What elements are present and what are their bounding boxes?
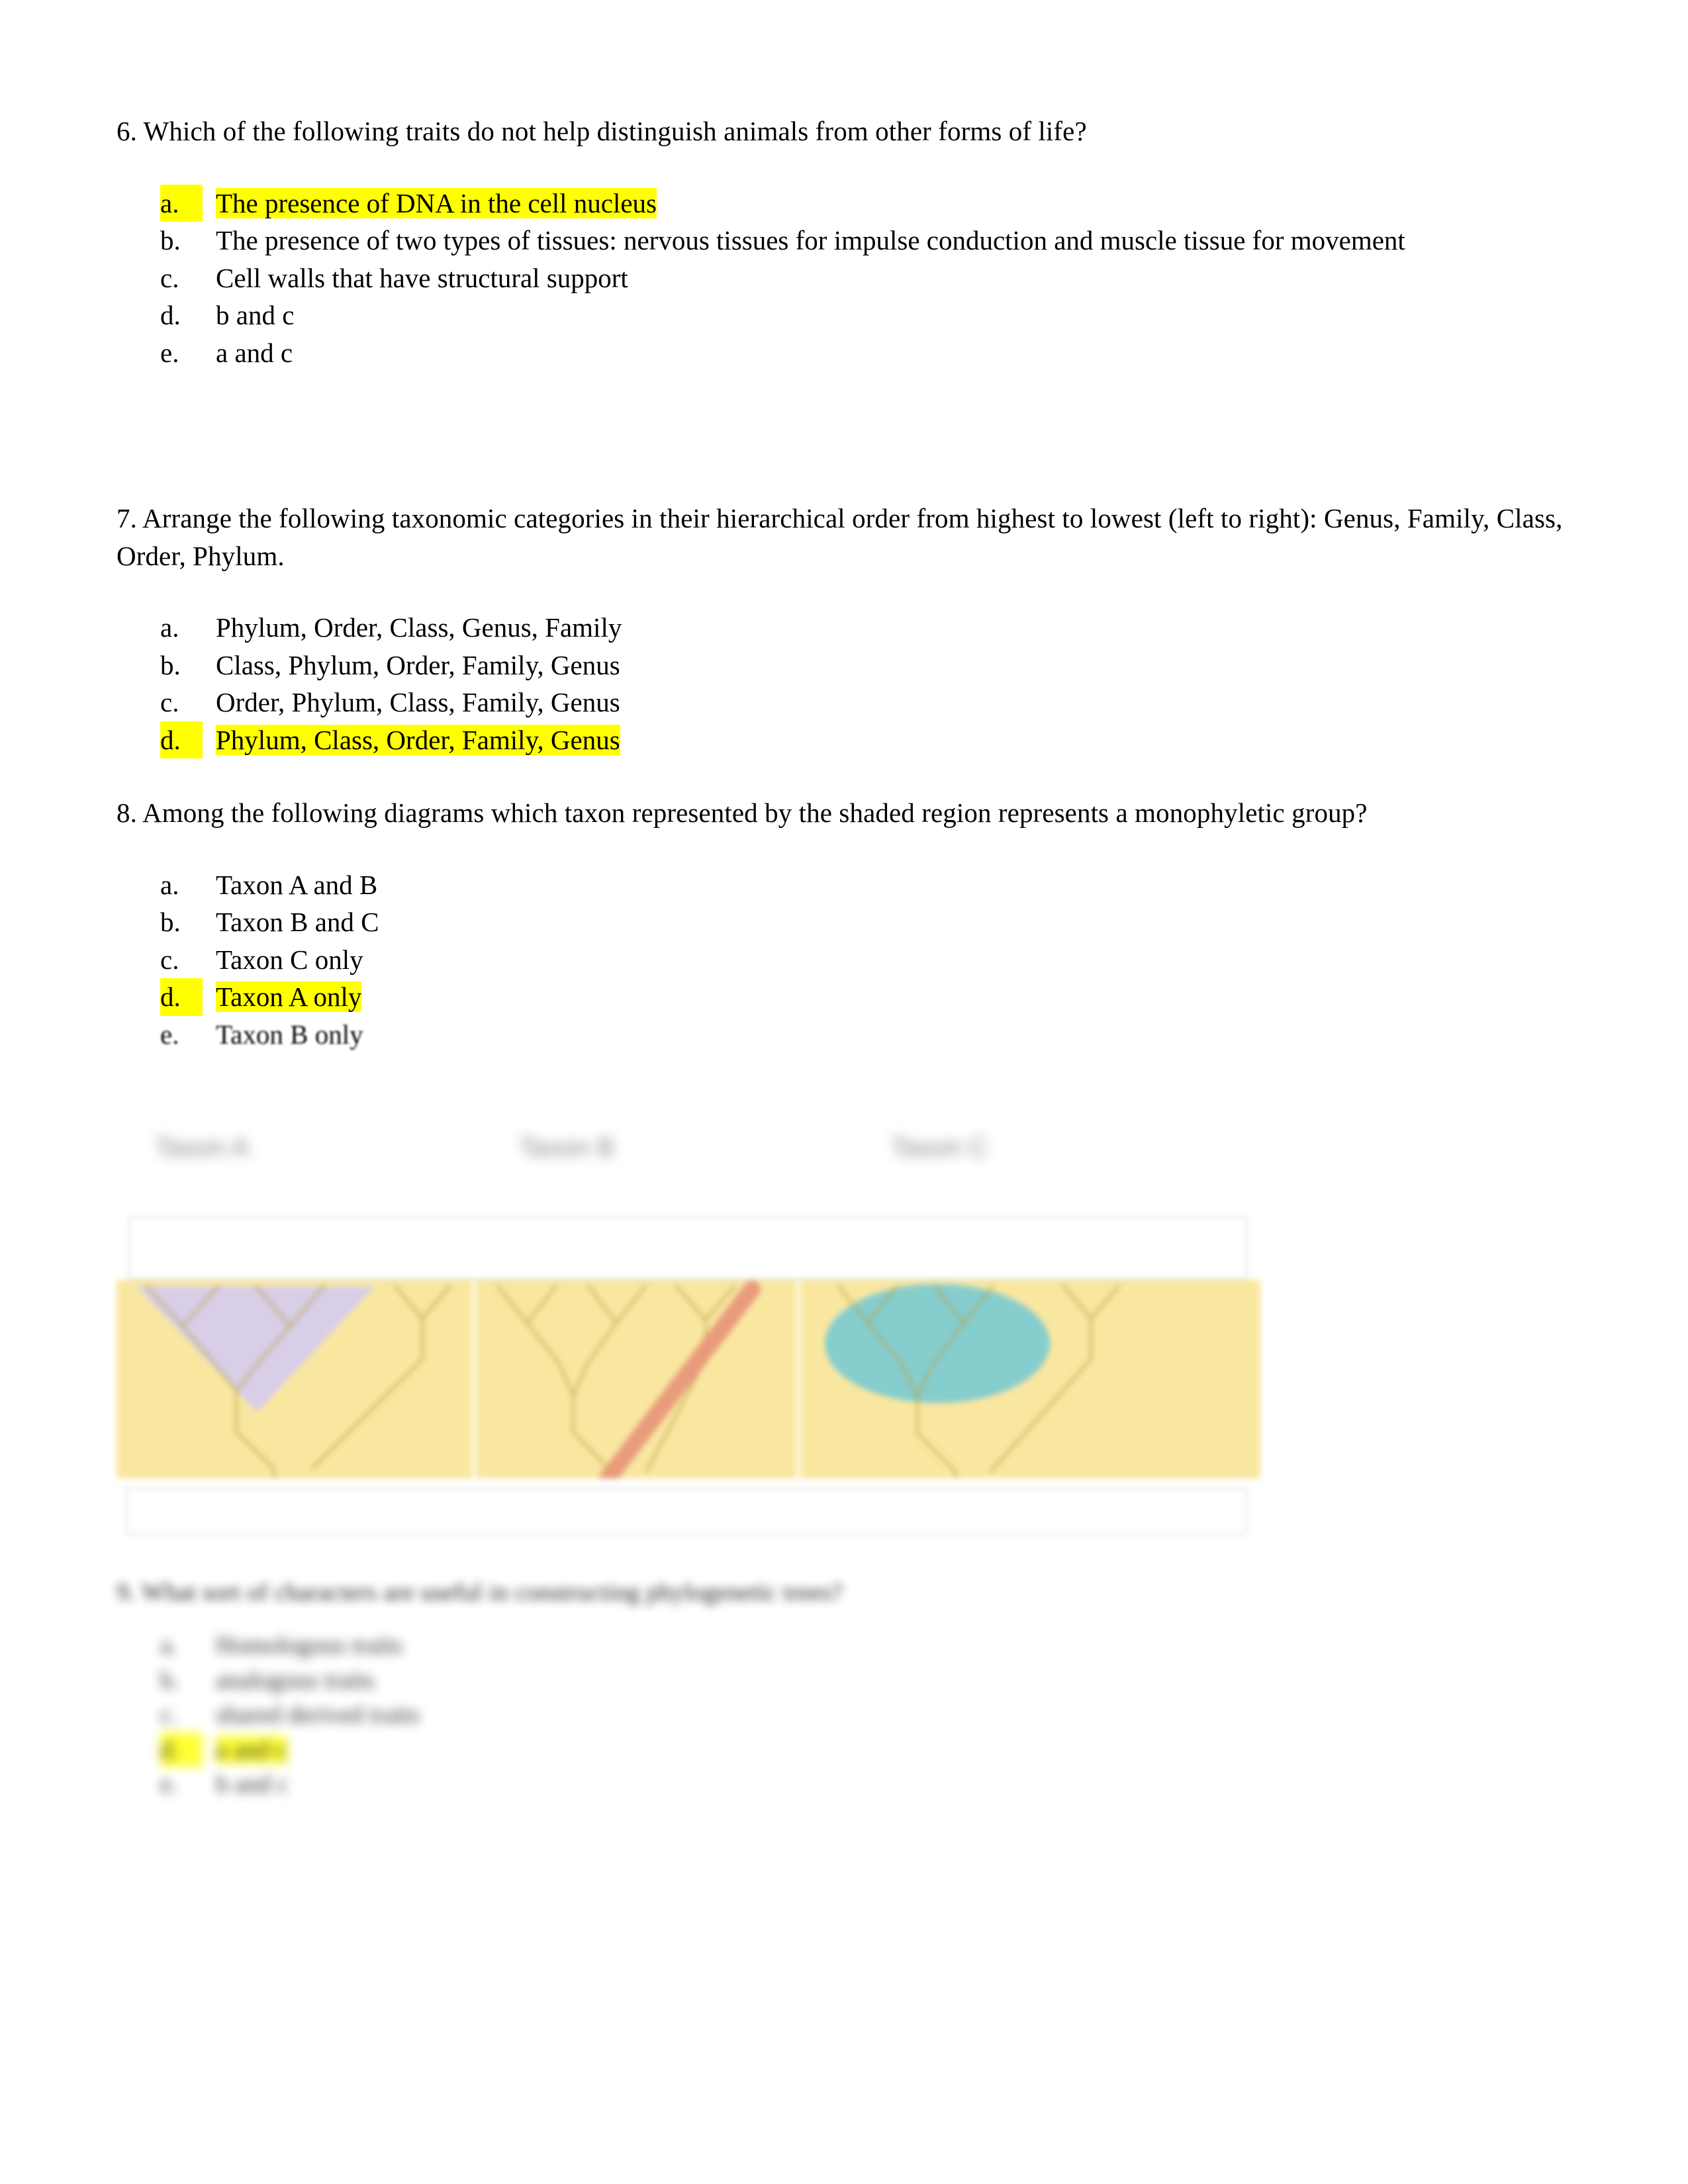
option-marker: b. [160, 1666, 179, 1694]
option-text: Phylum, Order, Class, Genus, Family [216, 612, 622, 643]
option-marker: c. [160, 944, 179, 975]
figure-taxon-labels: Taxon A Taxon B Taxon C [117, 1118, 1262, 1198]
option-text: b and c [216, 1770, 289, 1799]
question-8-options: a. Taxon A and B b. Taxon B and C c. Tax… [117, 866, 1573, 1054]
option-9-d[interactable]: d. a and c [117, 1732, 1440, 1768]
taxon-b-shaded-region [599, 1281, 761, 1479]
question-9-stem: 9. What sort of characters are useful in… [117, 1578, 843, 1606]
question-7-block: 7. Arrange the following taxonomic categ… [117, 500, 1573, 759]
phylogenetic-tree-figure: Taxon A Taxon B Taxon C [117, 1118, 1262, 1549]
option-marker: d. [160, 1732, 203, 1768]
option-7-a[interactable]: a. Phylum, Order, Class, Genus, Family [117, 609, 1573, 647]
option-9-c[interactable]: c. shared derived traits [117, 1698, 1440, 1732]
option-marker: a. [160, 1631, 178, 1660]
option-text: shared derived traits [216, 1701, 420, 1729]
option-8-c[interactable]: c. Taxon C only [117, 941, 1573, 979]
panel-divider-1 [471, 1280, 477, 1479]
option-text: Class, Phylum, Order, Family, Genus [216, 649, 620, 680]
option-text: Cell walls that have structural support [216, 262, 628, 293]
option-text: Taxon A and B [216, 869, 378, 900]
option-text: Phylum, Class, Order, Family, Genus [216, 724, 620, 755]
question-9-options: a. Homologous traits b. analogous traits… [117, 1628, 1440, 1801]
option-8-b[interactable]: b. Taxon B and C [117, 903, 1573, 941]
question-6-stem: 6. Which of the following traits do not … [117, 116, 1087, 146]
taxon-b-tree-lines [496, 1285, 737, 1479]
option-9-e[interactable]: e. b and c [117, 1767, 1440, 1801]
option-marker: c. [160, 262, 179, 293]
option-9-b[interactable]: b. analogous traits [117, 1663, 1440, 1698]
panel-taxon-b [496, 1281, 761, 1479]
option-7-d[interactable]: d. Phylum, Class, Order, Family, Genus [117, 721, 1573, 759]
option-text: a and c [216, 337, 293, 368]
figure-label-taxon-a: Taxon A [155, 1133, 250, 1162]
option-6-e[interactable]: e. a and c [117, 334, 1573, 372]
figure-label-taxon-c: Taxon C [891, 1133, 988, 1162]
option-6-b[interactable]: b. The presence of two types of tissues:… [117, 222, 1573, 259]
option-8-e[interactable]: e. Taxon B only [117, 1016, 1573, 1054]
option-6-a[interactable]: a. The presence of DNA in the cell nucle… [117, 184, 1573, 222]
option-8-a[interactable]: a. Taxon A and B [117, 866, 1573, 904]
question-8-block: 8. Among the following diagrams which ta… [117, 794, 1573, 1053]
option-marker: b. [160, 649, 181, 680]
option-9-a[interactable]: a. Homologous traits [117, 1628, 1440, 1662]
panel-taxon-a [136, 1285, 452, 1479]
panel-taxon-c [825, 1284, 1121, 1479]
option-text: Taxon A only [216, 981, 362, 1013]
figure-bottom-bar [126, 1488, 1247, 1534]
option-8-d[interactable]: d. Taxon A only [117, 978, 1573, 1016]
option-text: b and c [216, 300, 295, 331]
taxon-a-shaded-region [136, 1287, 375, 1412]
figure-top-bar [128, 1216, 1247, 1280]
question-7-options: a. Phylum, Order, Class, Genus, Family b… [117, 609, 1573, 759]
option-marker: d. [160, 721, 203, 759]
option-marker: c. [160, 687, 179, 718]
option-text: Taxon B only [216, 1019, 363, 1050]
taxon-c-shaded-region [825, 1284, 1050, 1403]
option-marker: b. [160, 225, 181, 256]
panel-divider-2 [796, 1280, 801, 1479]
option-marker: b. [160, 907, 181, 938]
option-text: analogous traits [216, 1666, 375, 1694]
option-text: The presence of DNA in the cell nucleus [216, 187, 657, 218]
document-page: 6. Which of the following traits do not … [0, 0, 1688, 2184]
option-6-d[interactable]: d. b and c [117, 296, 1573, 334]
figure-trees-svg [136, 1280, 1121, 1479]
option-7-c[interactable]: c. Order, Phylum, Class, Family, Genus [117, 684, 1573, 721]
option-marker: c. [160, 1701, 178, 1729]
option-marker: e. [160, 337, 179, 368]
option-marker: a. [160, 184, 203, 222]
option-6-c[interactable]: c. Cell walls that have structural suppo… [117, 259, 1573, 297]
option-marker: a. [160, 869, 179, 900]
option-marker: d. [160, 978, 203, 1016]
question-8-stem: 8. Among the following diagrams which ta… [117, 797, 1368, 828]
question-7-stem: 7. Arrange the following taxonomic categ… [117, 503, 1563, 571]
figure-label-taxon-b: Taxon B [519, 1133, 615, 1162]
question-6-options: a. The presence of DNA in the cell nucle… [117, 184, 1573, 372]
option-marker: a. [160, 612, 179, 643]
question-9-block: 9. What sort of characters are useful in… [117, 1575, 1440, 1802]
option-7-b[interactable]: b. Class, Phylum, Order, Family, Genus [117, 647, 1573, 684]
option-text: Homologous traits [216, 1631, 402, 1660]
option-marker: e. [160, 1770, 178, 1799]
option-text: Taxon C only [216, 944, 363, 975]
option-text: Taxon B and C [216, 907, 379, 938]
question-6-block: 6. Which of the following traits do not … [117, 113, 1573, 371]
option-text: a and c [216, 1735, 287, 1764]
option-marker: e. [160, 1019, 179, 1050]
figure-body [117, 1216, 1262, 1541]
option-marker: d. [160, 300, 181, 331]
option-text: The presence of two types of tissues: ne… [216, 225, 1405, 256]
option-text: Order, Phylum, Class, Family, Genus [216, 687, 620, 718]
